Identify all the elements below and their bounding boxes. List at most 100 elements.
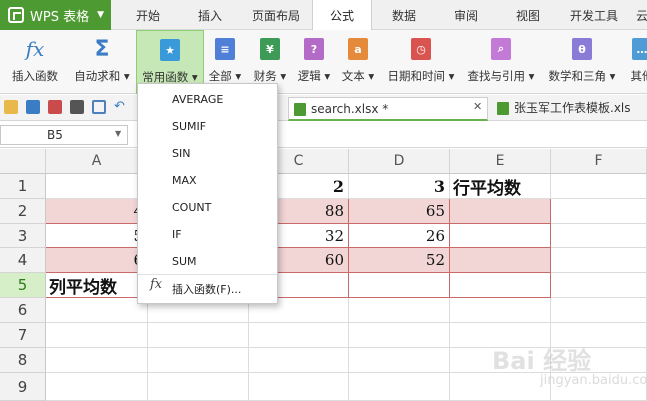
cell-d7[interactable] <box>349 323 450 348</box>
cell-d2[interactable]: 65 <box>349 199 450 224</box>
undo-icon[interactable]: ↶ <box>114 100 128 114</box>
cell-e9[interactable] <box>450 373 551 401</box>
insert-function-button[interactable]: fx 插入函数 <box>4 30 66 94</box>
row-header-7[interactable]: 7 <box>0 323 46 348</box>
cell-e2[interactable] <box>450 199 551 224</box>
cell-d5[interactable] <box>349 273 450 298</box>
doc-tab-search[interactable]: search.xlsx * <box>288 97 488 121</box>
other-label: 其他 <box>630 69 647 83</box>
spreadsheet-file-icon <box>294 103 306 116</box>
cell-b8[interactable] <box>148 348 249 373</box>
cell-c9[interactable] <box>249 373 349 401</box>
export-pdf-icon[interactable] <box>48 100 62 114</box>
row-header-6[interactable]: 6 <box>0 298 46 323</box>
cell-d3[interactable]: 26 <box>349 224 450 248</box>
menu-item-sumif[interactable]: SUMIF <box>138 113 277 140</box>
cell-a2[interactable]: 4 <box>46 199 148 224</box>
logic-button[interactable]: ? 逻辑 ▾ <box>294 30 334 94</box>
cell-d6[interactable] <box>349 298 450 323</box>
datetime-label: 日期和时间 ▾ <box>387 69 455 83</box>
row-header-8[interactable]: 8 <box>0 348 46 373</box>
row-header-9[interactable]: 9 <box>0 373 46 401</box>
cell-e4[interactable] <box>450 248 551 273</box>
menu-item-sin[interactable]: SIN <box>138 140 277 167</box>
menu-item-count[interactable]: COUNT <box>138 194 277 221</box>
menu-item-max[interactable]: MAX <box>138 167 277 194</box>
tab-data[interactable]: 数据 <box>376 0 432 30</box>
cell-c8[interactable] <box>249 348 349 373</box>
tab-developer[interactable]: 开发工具 <box>562 0 626 30</box>
cell-c7[interactable] <box>249 323 349 348</box>
cell-d1[interactable]: 3 <box>349 174 450 199</box>
cell-d8[interactable] <box>349 348 450 373</box>
print-icon[interactable] <box>70 100 84 114</box>
common-functions-menu: AVERAGE SUMIF SIN MAX COUNT IF SUM fx 插入… <box>137 83 278 304</box>
tab-view[interactable]: 视图 <box>500 0 556 30</box>
other-functions-button[interactable]: … 其他 <box>622 30 647 94</box>
chevron-down-icon[interactable]: ▼ <box>115 129 121 138</box>
wps-menu-button[interactable]: WPS 表格 ▼ <box>0 0 111 30</box>
cell-f3[interactable] <box>551 224 647 248</box>
menu-item-sum[interactable]: SUM <box>138 248 277 275</box>
row-header-2[interactable]: 2 <box>0 199 46 224</box>
theta-book-icon: θ <box>569 36 595 62</box>
datetime-button[interactable]: ◷ 日期和时间 ▾ <box>382 30 460 94</box>
clock-book-icon: ◷ <box>408 36 434 62</box>
row-header-4[interactable]: 4 <box>0 248 46 273</box>
cell-b9[interactable] <box>148 373 249 401</box>
cell-f6[interactable] <box>551 298 647 323</box>
tab-cloud[interactable]: 云 <box>632 0 647 30</box>
cell-a3[interactable]: 5 <box>46 224 148 248</box>
row-header-5[interactable]: 5 <box>0 273 46 298</box>
cell-f4[interactable] <box>551 248 647 273</box>
menu-item-average[interactable]: AVERAGE <box>138 86 277 113</box>
tab-insert[interactable]: 插入 <box>182 0 238 30</box>
autosum-button[interactable]: Σ 自动求和 ▾ <box>70 30 134 94</box>
lookup-label: 查找与引用 ▾ <box>467 69 535 83</box>
text-book-icon: a <box>345 36 371 62</box>
cell-e5[interactable] <box>450 273 551 298</box>
doc-tab-template[interactable]: 张玉军工作表模板.xls <box>492 97 647 121</box>
print-preview-icon[interactable] <box>92 100 106 114</box>
wps-logo-icon <box>8 7 24 23</box>
cell-a5[interactable]: 列平均数 <box>46 273 148 298</box>
cell-a7[interactable] <box>46 323 148 348</box>
column-header-f[interactable]: F <box>551 149 647 174</box>
cell-a4[interactable]: 6 <box>46 248 148 273</box>
save-icon[interactable] <box>26 100 40 114</box>
text-button[interactable]: a 文本 ▾ <box>338 30 378 94</box>
column-header-d[interactable]: D <box>349 149 450 174</box>
math-button[interactable]: θ 数学和三角 ▾ <box>543 30 621 94</box>
cell-f5[interactable] <box>551 273 647 298</box>
tab-review[interactable]: 审阅 <box>438 0 494 30</box>
column-header-a[interactable]: A <box>46 149 148 174</box>
star-book-icon: ★ <box>157 37 183 63</box>
cell-e3[interactable] <box>450 224 551 248</box>
menu-item-insert-function[interactable]: 插入函数(F)... <box>138 276 277 303</box>
cell-f1[interactable] <box>551 174 647 199</box>
tab-formulas[interactable]: 公式 <box>312 0 372 31</box>
column-header-e[interactable]: E <box>450 149 551 174</box>
cell-a6[interactable] <box>46 298 148 323</box>
row-header-1[interactable]: 1 <box>0 174 46 199</box>
select-all-corner[interactable] <box>0 149 46 174</box>
tab-page-layout[interactable]: 页面布局 <box>244 0 308 30</box>
cell-b7[interactable] <box>148 323 249 348</box>
row-header-3[interactable]: 3 <box>0 224 46 248</box>
document-bar: ↶ search.xlsx * ✕ 张玉军工作表模板.xls <box>0 95 647 121</box>
cell-e1[interactable]: 行平均数 <box>450 174 551 199</box>
cell-f2[interactable] <box>551 199 647 224</box>
lookup-button[interactable]: ⌕ 查找与引用 ▾ <box>462 30 540 94</box>
more-book-icon: … <box>629 36 647 62</box>
cell-d9[interactable] <box>349 373 450 401</box>
open-folder-icon[interactable] <box>4 100 18 114</box>
tab-home[interactable]: 开始 <box>120 0 176 30</box>
cell-a8[interactable] <box>46 348 148 373</box>
menu-item-if[interactable]: IF <box>138 221 277 248</box>
name-box[interactable]: B5 <box>0 125 128 145</box>
close-icon[interactable]: ✕ <box>473 100 482 113</box>
cell-a1[interactable] <box>46 174 148 199</box>
cell-d4[interactable]: 52 <box>349 248 450 273</box>
cell-e6[interactable] <box>450 298 551 323</box>
cell-a9[interactable] <box>46 373 148 401</box>
